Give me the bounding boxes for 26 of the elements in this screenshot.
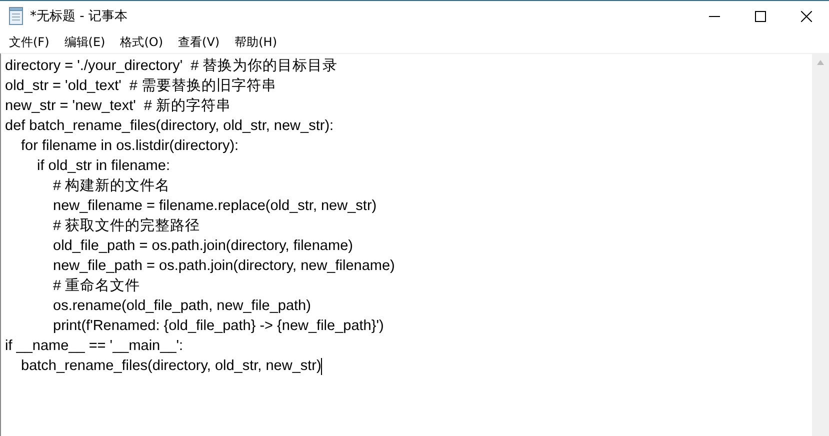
code-line: new_str = 'new_text' # 新的字符串 bbox=[5, 96, 232, 116]
code-line: new_file_path = os.path.join(directory, new_filename) bbox=[53, 257, 395, 276]
close-icon bbox=[800, 10, 812, 22]
notepad-icon bbox=[8, 7, 24, 25]
code-line: batch_rename_files(directory, old_str, new_str) bbox=[21, 357, 322, 376]
code-line: if __name__ == '__main__': bbox=[5, 337, 184, 356]
menu-item[interactable]: 格式(O) bbox=[113, 32, 172, 52]
code-line: if old_str in filename: bbox=[37, 157, 170, 176]
code-line: def batch_rename_files(directory, old_str, new_str): bbox=[5, 117, 334, 136]
code-line: # 重命名文件 bbox=[53, 277, 140, 296]
code-line: old_file_path = os.path.join(directory, filename) bbox=[53, 237, 353, 256]
code-line: old_str = 'old_text' # 需要替换的旧字符串 bbox=[5, 76, 277, 96]
code-line: directory = './your_directory' # 替换为你的目标目录 bbox=[5, 57, 338, 76]
code-line: new_filename = filename.replace(old_str, new_str) bbox=[53, 197, 377, 216]
maximize-icon bbox=[754, 10, 766, 22]
menu-item[interactable]: 编辑(E) bbox=[57, 32, 114, 52]
scrollbar[interactable] bbox=[812, 54, 829, 436]
code-line: os.rename(old_file_path, new_file_path) bbox=[53, 297, 311, 316]
code-line: # 获取文件的完整路径 bbox=[53, 216, 200, 236]
code-line: print(f'Renamed: {old_file_path} -> {new_file_path}') bbox=[53, 317, 384, 336]
code-line: for filename in os.listdir(directory): bbox=[21, 137, 239, 156]
window-title: *无标题 - 记事本 bbox=[30, 8, 128, 25]
code-line: # 构建新的文件名 bbox=[53, 176, 170, 196]
menu-item[interactable]: 文件(F) bbox=[2, 32, 58, 52]
menu-item[interactable]: 帮助(H) bbox=[228, 32, 285, 52]
menu-item[interactable]: 查看(V) bbox=[171, 32, 228, 52]
